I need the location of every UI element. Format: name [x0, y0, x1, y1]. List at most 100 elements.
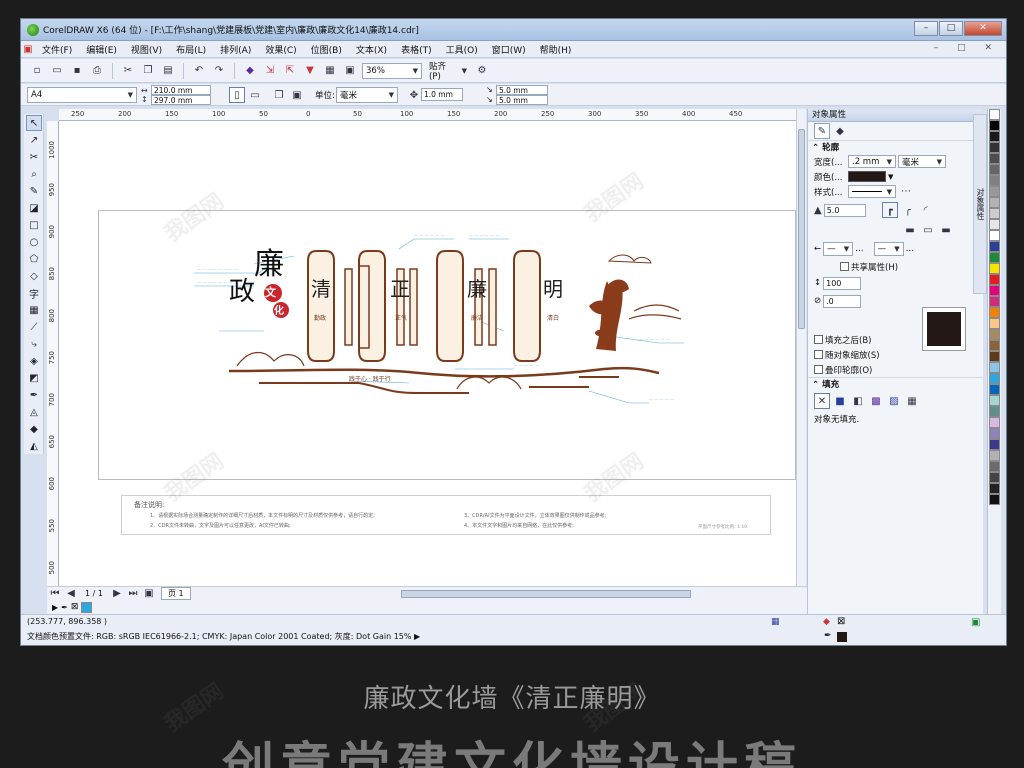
smart-fill-tool-icon[interactable]: ◪	[26, 200, 42, 216]
outline-section-header[interactable]: ⌃ 轮廓	[808, 140, 983, 154]
menu-view[interactable]: 视图(V)	[124, 43, 169, 56]
menu-tools[interactable]: 工具(O)	[439, 43, 485, 56]
settings-icon[interactable]: ⋯	[898, 184, 914, 200]
menu-help[interactable]: 帮助(H)	[533, 43, 579, 56]
text-tool-icon[interactable]: 字	[26, 285, 42, 301]
cap-butt-icon[interactable]: ▬	[902, 222, 918, 238]
scale-with-object-checkbox[interactable]	[814, 350, 823, 359]
palette-swatch[interactable]	[989, 483, 1000, 494]
chevron-down-icon[interactable]: ▼	[888, 173, 893, 181]
status-options-icon[interactable]: ▣	[971, 617, 980, 628]
eyedropper-tool-icon[interactable]: ✒	[26, 387, 42, 403]
transparency-tool-icon[interactable]: ◩	[26, 370, 42, 386]
palette-swatch[interactable]	[989, 175, 1000, 186]
palette-swatch[interactable]	[989, 186, 1000, 197]
cap-square-icon[interactable]: ▬	[938, 222, 954, 238]
palette-swatch[interactable]	[989, 263, 1000, 274]
all-pages-icon[interactable]: ❐	[271, 87, 287, 103]
palette-swatch[interactable]	[989, 340, 1000, 351]
angle-input[interactable]: .0	[823, 294, 862, 308]
vertical-scrollbar[interactable]	[796, 109, 806, 587]
palette-swatch[interactable]	[989, 274, 1000, 285]
zoom-level-select[interactable]: 36% ▼	[362, 62, 422, 79]
redo-icon[interactable]: ↷	[211, 63, 227, 79]
outline-color-swatch[interactable]	[848, 171, 886, 182]
palette-swatch[interactable]	[989, 307, 1000, 318]
outline-tab-icon[interactable]: ✎	[814, 123, 830, 139]
shape-tool-icon[interactable]: ↗	[26, 132, 42, 148]
palette-swatch[interactable]	[989, 373, 1000, 384]
cap-round-icon[interactable]: ▭	[920, 222, 936, 238]
palette-swatch[interactable]	[989, 208, 1000, 219]
palette-swatch[interactable]	[989, 153, 1000, 164]
palette-swatch[interactable]	[989, 219, 1000, 230]
palette-swatch[interactable]	[989, 395, 1000, 406]
nudge-distance-input[interactable]: 1.0 mm	[421, 88, 463, 101]
docker-side-tab[interactable]: 对象属性	[973, 114, 987, 294]
publish-pdf-icon[interactable]: ▼	[302, 63, 318, 79]
portrait-icon[interactable]: ▯	[229, 87, 245, 103]
outline-style-select[interactable]: ▼	[848, 185, 896, 198]
crop-tool-icon[interactable]: ✂	[26, 149, 42, 165]
open-folder-icon[interactable]: ▭	[49, 63, 65, 79]
no-fill-status-icon[interactable]: ⊠	[837, 616, 845, 627]
play-icon[interactable]: ▶	[52, 603, 58, 612]
zoom-tool-icon[interactable]: ⌕	[26, 166, 42, 182]
palette-swatch[interactable]	[989, 384, 1000, 395]
parallel-dimension-tool-icon[interactable]: ⟋	[26, 319, 42, 335]
duplicate-y-input[interactable]: 5.0 mm	[496, 95, 548, 105]
blend-tool-icon[interactable]: ◈	[26, 353, 42, 369]
tab-page-1[interactable]: 页 1	[160, 587, 191, 600]
overprint-checkbox[interactable]	[814, 365, 823, 374]
nib-preview[interactable]	[922, 307, 966, 351]
welcome-icon[interactable]: ▣	[342, 63, 358, 79]
menu-effects[interactable]: 效果(C)	[258, 43, 303, 56]
page-width-input[interactable]: 210.0 mm	[151, 85, 211, 95]
outline-color-status[interactable]	[837, 632, 847, 642]
palette-swatch[interactable]	[989, 230, 1000, 241]
polygon-tool-icon[interactable]: ⬠	[26, 251, 42, 267]
landscape-icon[interactable]: ▭	[247, 87, 263, 103]
start-arrow-select[interactable]: — ▼	[823, 242, 854, 256]
corner-miter-icon[interactable]: ┏	[881, 202, 898, 218]
fill-tool-icon[interactable]: ◆	[26, 421, 42, 437]
palette-swatch[interactable]	[989, 428, 1000, 439]
palette-swatch[interactable]	[989, 296, 1000, 307]
fill-indicator-icon[interactable]: ▦	[771, 617, 780, 627]
vertical-ruler[interactable]: 1000 950 900 850 800 750 700 650 600 550 500	[47, 121, 59, 586]
palette-swatch[interactable]	[989, 318, 1000, 329]
units-select[interactable]: 毫米 ▼	[336, 87, 398, 103]
menu-window[interactable]: 窗口(W)	[485, 43, 533, 56]
no-fill-icon[interactable]: ✕	[814, 393, 830, 409]
no-color-icon[interactable]: ⊠	[71, 602, 79, 612]
end-arrow-select[interactable]: — ▼	[873, 242, 904, 256]
color-profile-info[interactable]: 文档颜色预置文件: RGB: sRGB IEC61966-2.1; CMYK: …	[27, 631, 420, 642]
menu-edit[interactable]: 编辑(E)	[79, 43, 124, 56]
palette-swatch[interactable]	[989, 131, 1000, 142]
palette-swatch[interactable]	[989, 450, 1000, 461]
app-launcher-icon[interactable]: ▦	[322, 63, 338, 79]
fountain-fill-icon[interactable]: ◧	[850, 393, 866, 409]
palette-swatch[interactable]	[989, 494, 1000, 505]
corner-round-icon[interactable]: ╭	[900, 202, 916, 218]
current-page-icon[interactable]: ▣	[289, 87, 305, 103]
outline-pen-tool-icon[interactable]: ◬	[26, 404, 42, 420]
palette-swatch[interactable]	[989, 241, 1000, 252]
cut-icon[interactable]: ✂	[120, 63, 136, 79]
print-icon[interactable]: ⎙	[89, 63, 105, 79]
table-tool-icon[interactable]: ▦	[26, 302, 42, 318]
menu-table[interactable]: 表格(T)	[394, 43, 439, 56]
maximize-button[interactable]: □	[939, 21, 963, 36]
miter-limit-input[interactable]: 5.0	[823, 203, 866, 217]
ellipse-tool-icon[interactable]: ○	[26, 234, 42, 250]
paste-icon[interactable]: ▤	[160, 63, 176, 79]
fill-tab-icon[interactable]: ◆	[832, 123, 848, 139]
menu-layout[interactable]: 布局(L)	[169, 43, 213, 56]
palette-swatch[interactable]	[989, 362, 1000, 373]
stretch-percent-input[interactable]: 100	[823, 276, 862, 290]
fill-section-header[interactable]: ⌃ 填充	[808, 377, 983, 391]
pick-tool-icon[interactable]: ↖	[26, 115, 42, 131]
corner-bevel-icon[interactable]: ◜	[918, 202, 934, 218]
drawing-canvas[interactable]: — — — — — — — — — — — — — — — — — — — — —…	[59, 121, 796, 586]
eyedropper-icon[interactable]: ✒	[61, 603, 68, 612]
